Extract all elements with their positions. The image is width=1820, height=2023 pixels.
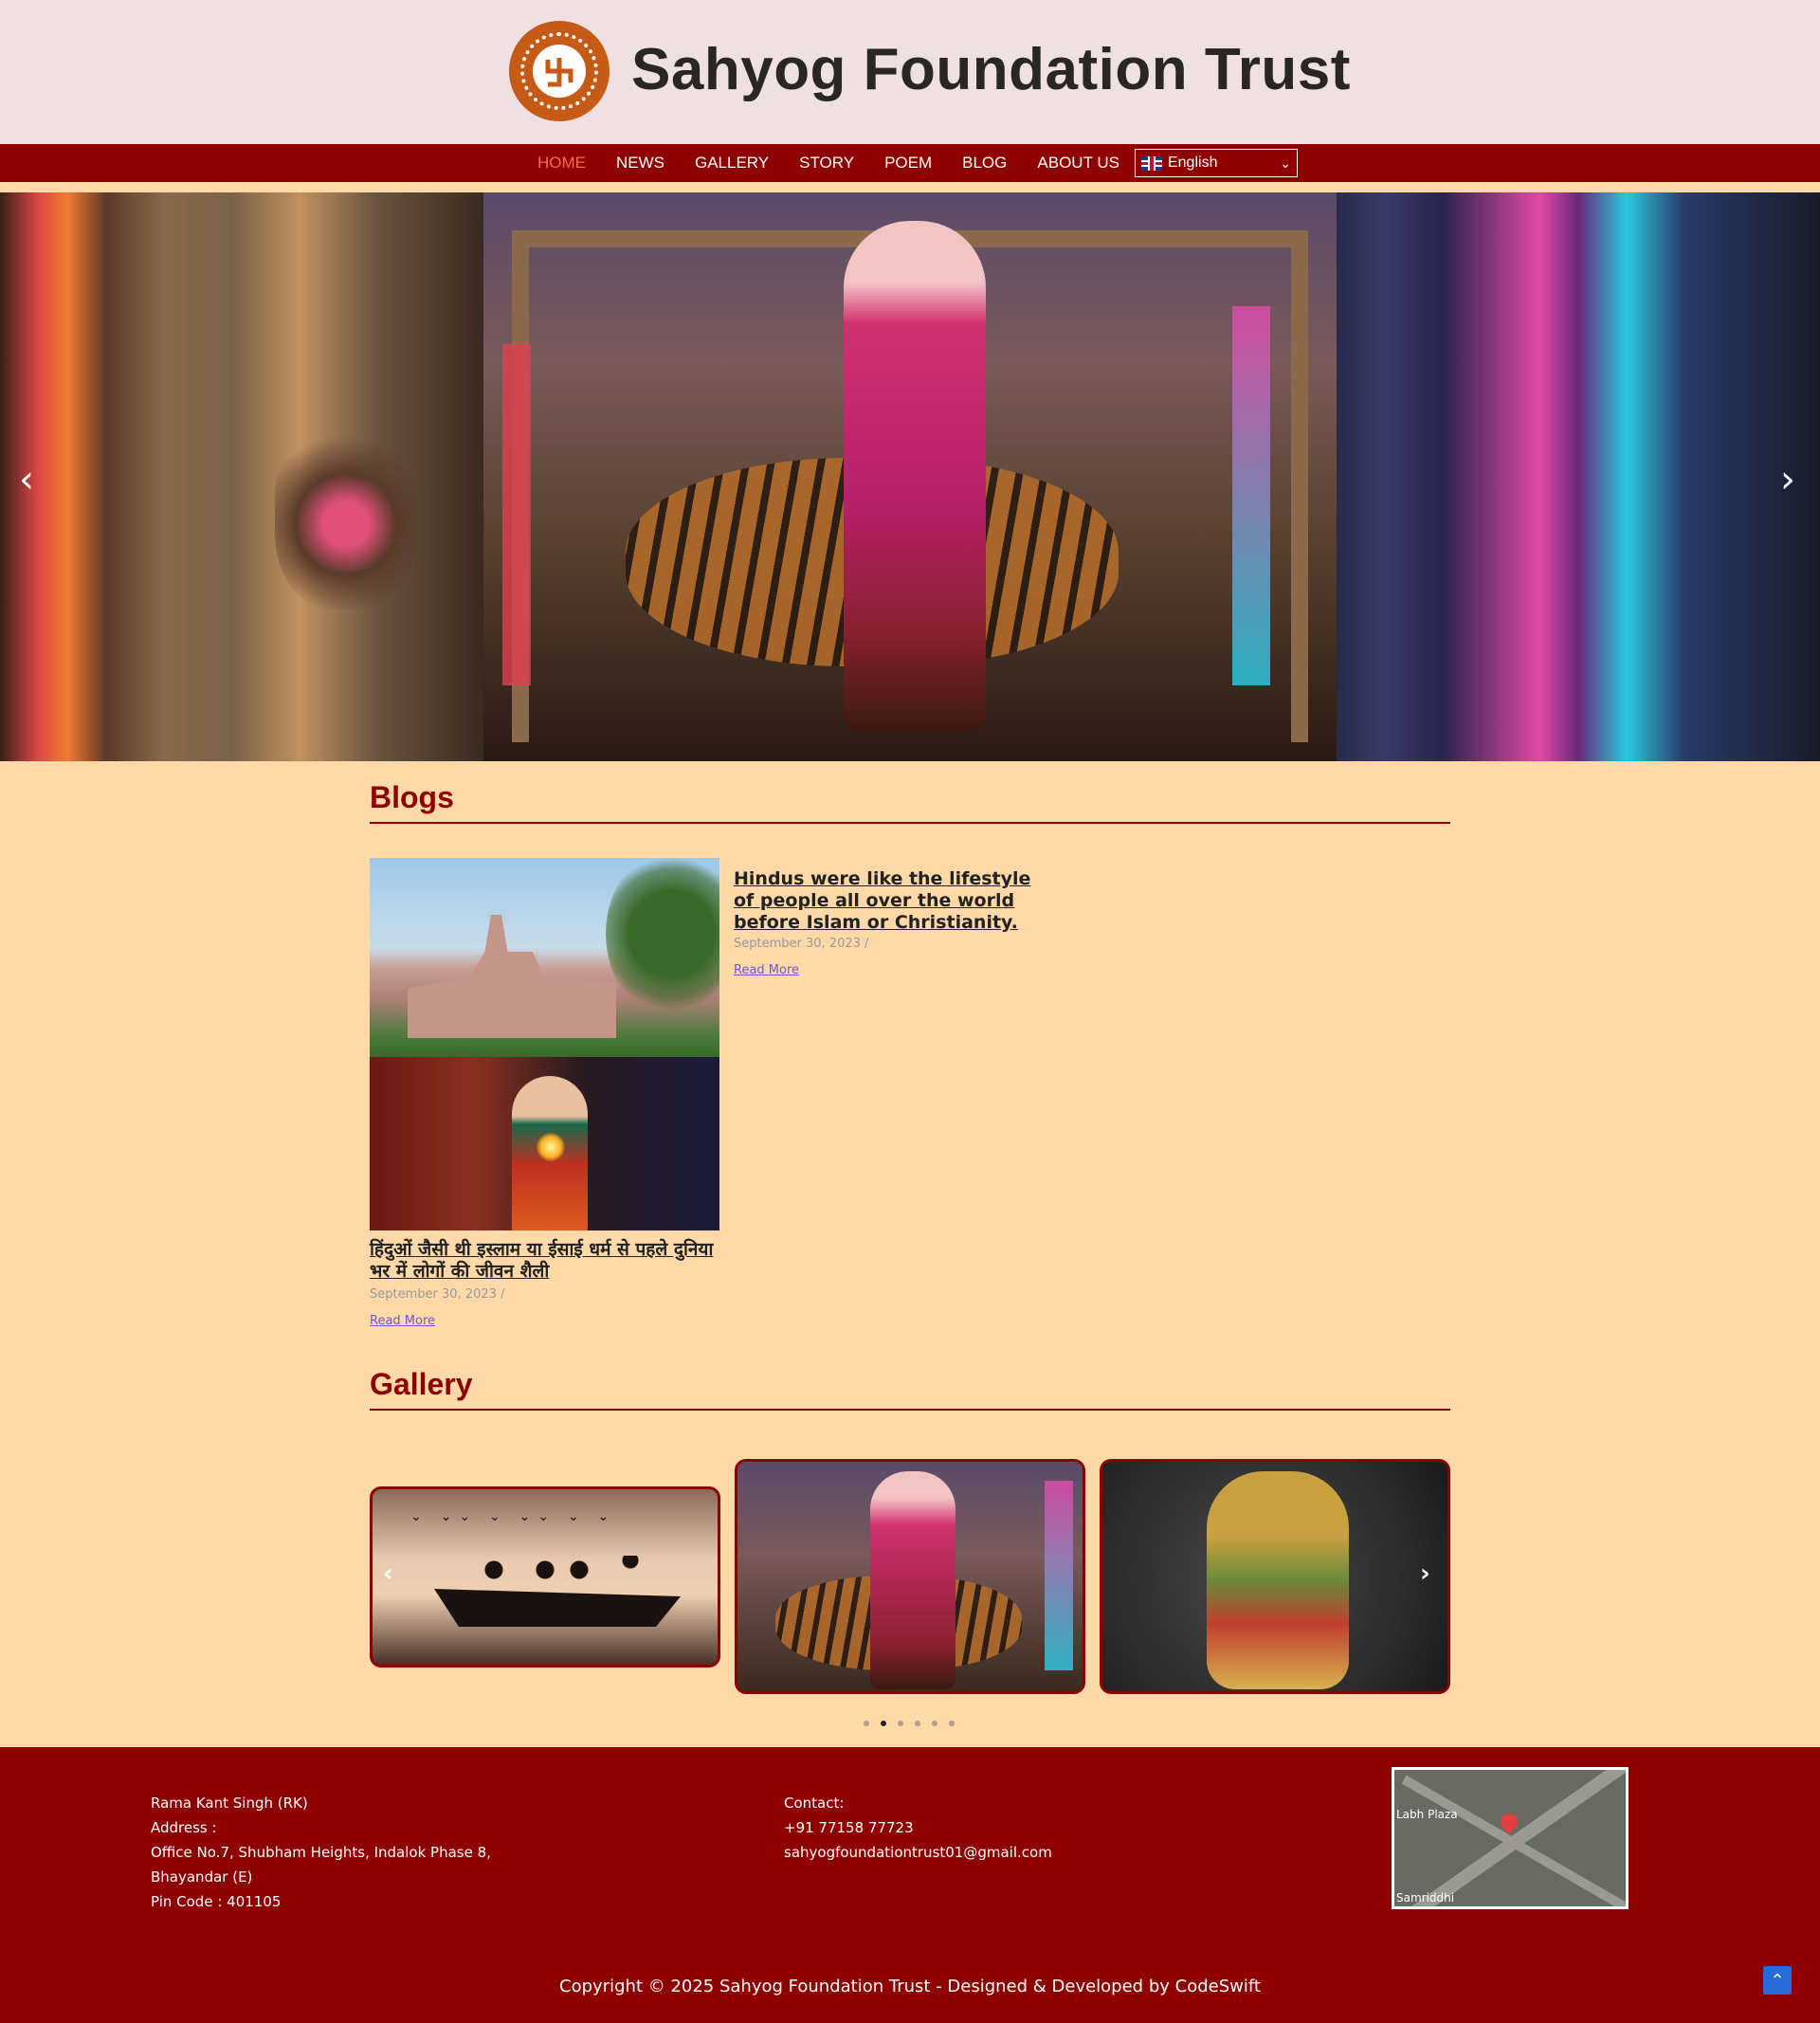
footer-email[interactable]: sahyogfoundationtrust01@gmail.com	[784, 1840, 1052, 1865]
chevron-down-icon: ⌄	[1280, 155, 1291, 171]
footer-pin-code: Pin Code : 401105	[151, 1893, 282, 1910]
footer-address-line-1: Office No.7, Shubham Heights, Indalok Ph…	[151, 1844, 491, 1861]
logo-ring	[520, 32, 598, 110]
nav-news[interactable]: NEWS	[616, 154, 664, 173]
hero-next-slide-image	[1337, 192, 1820, 761]
footer-copyright: Copyright © 2025 Sahyog Foundation Trust…	[559, 1977, 1261, 1996]
gallery-image-durga[interactable]	[735, 1459, 1085, 1694]
blog-post-1-title[interactable]: Hindus were like the lifestyle of people…	[734, 868, 1046, 934]
nav-blog[interactable]: BLOG	[962, 154, 1007, 173]
scroll-to-top-icon[interactable]: ⌃	[1763, 1966, 1792, 1995]
blog-post-2-date: September 30, 2023 /	[370, 1287, 505, 1302]
site-header: Sahyog Foundation Trust	[0, 0, 1820, 144]
gallery-dot[interactable]	[932, 1721, 937, 1726]
footer-address: Rama Kant Singh (RK) Address : Office No…	[151, 1791, 491, 1914]
footer-contact: Contact: +91 77158 77723 sahyogfoundatio…	[784, 1791, 1052, 1865]
main-nav: HOME NEWS GALLERY STORY POEM BLOG ABOUT …	[0, 144, 1820, 182]
gallery-pagination	[864, 1721, 955, 1726]
gallery-dot[interactable]	[949, 1721, 955, 1726]
blog-post-1-image[interactable]	[370, 858, 719, 1057]
footer-map[interactable]: Labh Plaza Samriddhi	[1392, 1767, 1629, 1909]
nav-poem[interactable]: POEM	[884, 154, 932, 173]
nav-story[interactable]: STORY	[799, 154, 854, 173]
gallery-divider	[370, 1409, 1450, 1411]
gallery-prev-arrow-icon[interactable]: ‹	[383, 1559, 393, 1588]
gallery-heading: Gallery	[370, 1367, 473, 1401]
map-label: Labh Plaza	[1396, 1808, 1458, 1821]
nav-home[interactable]: HOME	[537, 154, 586, 173]
map-label: Samriddhi	[1396, 1891, 1455, 1905]
footer-phone[interactable]: +91 77158 77723	[784, 1815, 1052, 1840]
nav-about-us[interactable]: ABOUT US	[1037, 154, 1119, 173]
footer-name: Rama Kant Singh (RK)	[151, 1795, 308, 1812]
footer-address-line-2: Bhayandar (E)	[151, 1868, 253, 1886]
footer-address-label: Address :	[151, 1819, 217, 1836]
gallery-image-ganesha[interactable]	[1100, 1459, 1450, 1694]
footer-contact-label: Contact:	[784, 1795, 845, 1812]
blog-post-1-date: September 30, 2023 /	[734, 937, 869, 951]
logo[interactable]	[509, 21, 610, 121]
blog-post-2-title[interactable]: हिंदुओं जैसी थी इस्लाम या ईसाई धर्म से प…	[370, 1239, 730, 1283]
hero-prev-slide-image	[0, 192, 483, 761]
gallery-dot[interactable]	[898, 1721, 903, 1726]
blog-post-2-read-more[interactable]: Read More	[370, 1314, 435, 1328]
language-label: English	[1167, 155, 1218, 171]
hero-slider: ‹ ›	[0, 192, 1820, 761]
blogs-divider	[370, 822, 1450, 824]
site-footer: Rama Kant Singh (RK) Address : Office No…	[0, 1747, 1820, 2023]
hero-slide-image	[483, 192, 1337, 761]
logo-emblem-icon	[533, 45, 586, 98]
uk-flag-icon	[1140, 155, 1162, 171]
gallery-dot[interactable]	[915, 1721, 920, 1726]
language-select[interactable]: English ⌄	[1134, 149, 1298, 177]
blog-post-2-image[interactable]	[370, 1057, 719, 1230]
gallery-dot-active[interactable]	[881, 1721, 886, 1726]
gallery-image-boat[interactable]: ⌄ ⌄⌄ ⌄ ⌄⌄ ⌄ ⌄	[370, 1486, 720, 1668]
hero-prev-arrow-icon[interactable]: ‹	[19, 458, 34, 501]
hero-next-arrow-icon[interactable]: ›	[1780, 458, 1795, 501]
nav-gallery[interactable]: GALLERY	[695, 154, 769, 173]
blogs-heading: Blogs	[370, 780, 454, 814]
gallery-next-arrow-icon[interactable]: ›	[1420, 1559, 1430, 1588]
gallery-dot[interactable]	[864, 1721, 869, 1726]
blog-post-1-read-more[interactable]: Read More	[734, 963, 799, 977]
site-title: Sahyog Foundation Trust	[631, 37, 1351, 102]
